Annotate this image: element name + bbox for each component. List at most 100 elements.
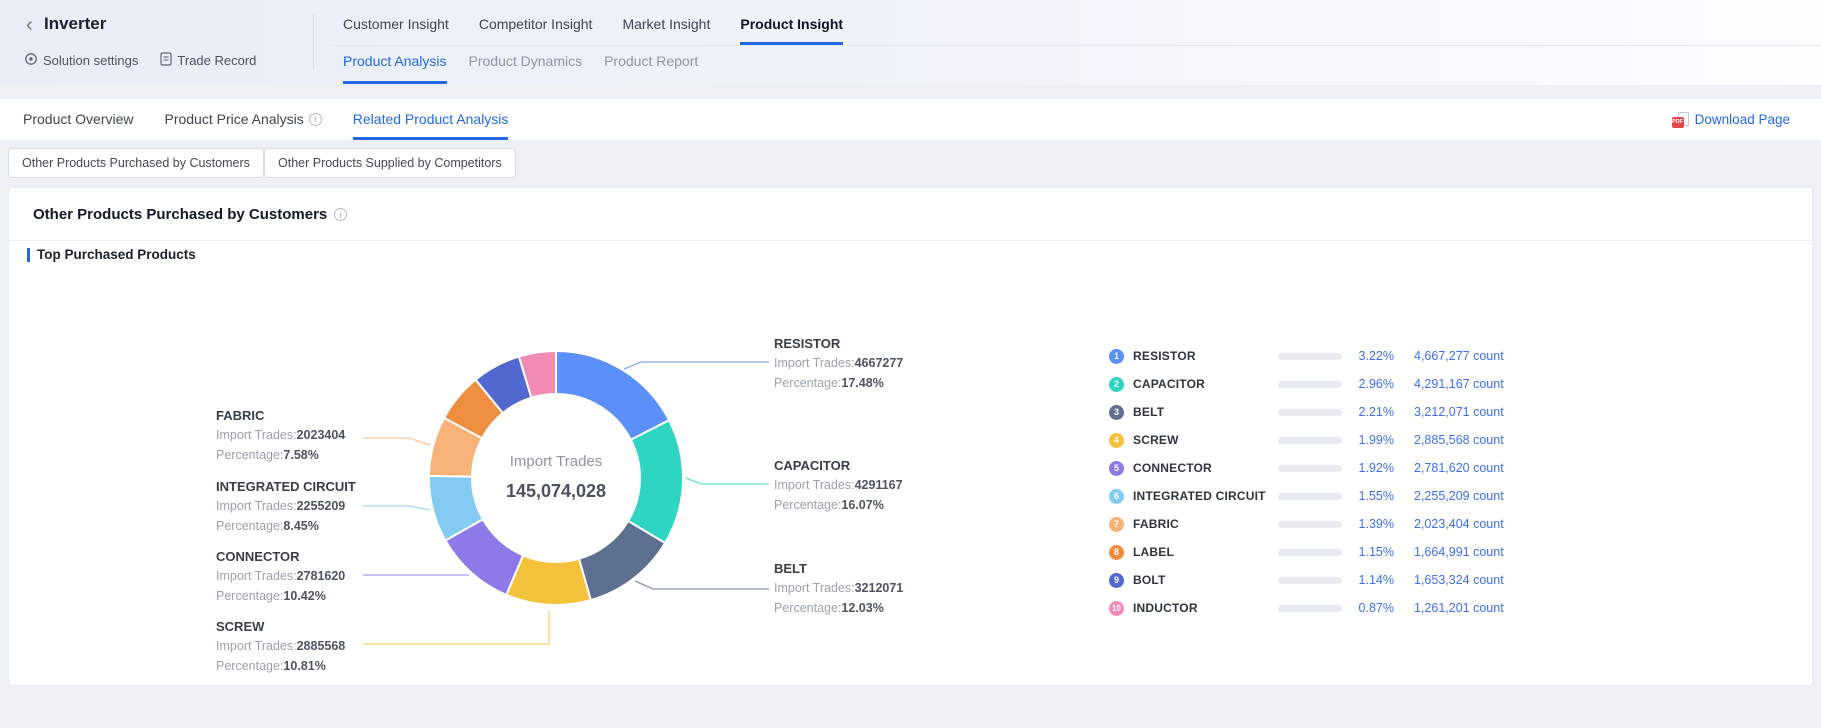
legend-product-name: SCREW [1133,433,1179,447]
rank-badge: 5 [1109,461,1124,476]
donut-slice-resistor[interactable] [556,351,669,440]
legend-progress-bar [1278,493,1342,500]
donut-slice-capacitor[interactable] [628,420,683,543]
legend-percent: 1.14% [1346,573,1394,587]
chart-legend: 1RESISTOR3.22%4,667,277 count2CAPACITOR2… [1101,342,1641,622]
callout-capacitor: CAPACITORImport Trades:4291167Percentage… [774,456,964,515]
toolbar-tab-related-product-analysis[interactable]: Related Product Analysis [353,99,509,140]
legend-product-name: BOLT [1133,573,1166,587]
legend-row-fabric[interactable]: 7FABRIC1.39%2,023,404 count [1101,510,1641,538]
document-icon [160,52,172,69]
settings-icon [24,52,38,69]
callout-percentage: Percentage:16.07% [774,495,964,515]
legend-percent: 2.96% [1346,377,1394,391]
rank-badge: 9 [1109,573,1124,588]
toolbar-tab-label: Related Product Analysis [353,111,509,127]
tabs-hairline [330,45,1821,46]
tab-customer-insight[interactable]: Customer Insight [343,16,449,45]
donut-center-title: Import Trades [456,453,656,470]
solution-settings-label: Solution settings [43,53,138,68]
tab-competitor-insight[interactable]: Competitor Insight [479,16,593,45]
legend-row-belt[interactable]: 3BELT2.21%3,212,071 count [1101,398,1641,426]
legend-product-name: BELT [1133,405,1164,419]
toolbar-tab-product-overview[interactable]: Product Overview [23,99,133,140]
callout-product-name: CONNECTOR [216,547,406,566]
donut-center-label: Import Trades 145,074,028 [456,453,656,502]
legend-progress-bar [1278,409,1342,416]
back-chevron-icon[interactable]: ‹ [26,14,33,37]
legend-progress-bar [1278,465,1342,472]
callout-resistor: RESISTORImport Trades:4667277Percentage:… [774,334,964,393]
rank-badge: 8 [1109,545,1124,560]
legend-percent: 3.22% [1346,349,1394,363]
pdf-icon: PDF [1672,112,1689,128]
callout-product-name: INTEGRATED CIRCUIT [216,477,406,496]
callout-import-trades: Import Trades:2781620 [216,566,406,586]
callout-product-name: RESISTOR [774,334,964,353]
legend-count: 3,212,071 count [1414,405,1504,419]
chart-subtitle: Top Purchased Products [37,247,196,262]
rank-badge: 2 [1109,377,1124,392]
callout-percentage: Percentage:10.81% [216,656,406,676]
callout-percentage: Percentage:17.48% [774,373,964,393]
tab-product-insight[interactable]: Product Insight [740,16,843,45]
legend-row-bolt[interactable]: 9 BOLT 1.14% 1,653,324 count [1101,566,1641,594]
main-tabs: Customer Insight Competitor Insight Market… [343,16,843,45]
legend-row-capacitor[interactable]: 2 CAPACITOR 2.96% 4,291,167 count [1101,370,1641,398]
leader-line-resistor [624,362,769,369]
trade-record-label: Trade Record [177,53,256,68]
legend-row-connector[interactable]: 5 CONNECTOR 1.92% 2,781,620 count [1101,454,1641,482]
legend-row-integrated-circuit[interactable]: 6INTEGRATED CIRCUIT1.55%2,255,209 count [1101,482,1641,510]
legend-count: 2,781,620 count [1414,461,1504,475]
analysis-toolbar: Product Overview Product Price Analysis i R… [0,99,1821,140]
callout-percentage: Percentage:12.03% [774,598,964,618]
toolbar-tab-label: Product Price Analysis [164,111,303,127]
download-page-label: Download Page [1695,112,1790,127]
leader-line-capacitor [686,478,769,484]
filter-button-2[interactable]: Other Products Supplied by Competitors [264,148,516,178]
callout-import-trades: Import Trades:4291167 [774,475,964,495]
solution-settings-link[interactable]: Solution settings [24,52,138,69]
page-title: Inverter [44,14,106,34]
subtab-product-report[interactable]: Product Report [604,51,698,84]
info-icon[interactable]: i [309,113,322,126]
legend-product-name: LABEL [1133,545,1174,559]
callout-integrated-circuit: INTEGRATED CIRCUITImport Trades:2255209P… [216,477,406,536]
legend-count: 1,653,324 count [1414,573,1504,587]
subtab-product-dynamics[interactable]: Product Dynamics [469,51,583,84]
callout-product-name: CAPACITOR [774,456,964,475]
legend-row-resistor[interactable]: 1RESISTOR3.22%4,667,277 count [1101,342,1641,370]
legend-product-name: CONNECTOR [1133,461,1212,475]
subtab-product-analysis[interactable]: Product Analysis [343,51,447,84]
legend-percent: 1.39% [1346,517,1394,531]
legend-progress-bar [1278,577,1342,584]
rank-badge: 6 [1109,489,1124,504]
legend-percent: 1.92% [1346,461,1394,475]
legend-count: 4,291,167 count [1414,377,1504,391]
legend-percent: 1.15% [1346,545,1394,559]
section-title: Other Products Purchased by Customers [33,206,327,223]
tab-market-insight[interactable]: Market Insight [622,16,710,45]
rank-badge: 4 [1109,433,1124,448]
toolbar-tab-label: Product Overview [23,111,133,127]
legend-progress-bar [1278,437,1342,444]
legend-percent: 1.55% [1346,489,1394,503]
callout-import-trades: Import Trades:4667277 [774,353,964,373]
legend-count: 2,885,568 count [1414,433,1504,447]
card-divider [9,240,1812,241]
filter-button-1[interactable]: Other Products Purchased by Customers [8,148,264,178]
legend-row-inductor[interactable]: 10INDUCTOR0.87%1,261,201 count [1101,594,1641,622]
download-page-link[interactable]: PDF Download Page [1672,99,1790,140]
legend-row-screw[interactable]: 4SCREW1.99%2,885,568 count [1101,426,1641,454]
trade-record-link[interactable]: Trade Record [160,52,256,69]
callout-import-trades: Import Trades:3212071 [774,578,964,598]
legend-product-name: INTEGRATED CIRCUIT [1133,489,1266,503]
header-divider [313,14,314,70]
legend-count: 4,667,277 count [1414,349,1504,363]
section-info-icon[interactable]: i [334,208,347,221]
legend-product-name: CAPACITOR [1133,377,1205,391]
callout-import-trades: Import Trades:2255209 [216,496,406,516]
legend-product-name: FABRIC [1133,517,1179,531]
toolbar-tab-product-price-analysis[interactable]: Product Price Analysis i [164,99,321,140]
legend-row-label[interactable]: 8LABEL1.15%1,664,991 count [1101,538,1641,566]
